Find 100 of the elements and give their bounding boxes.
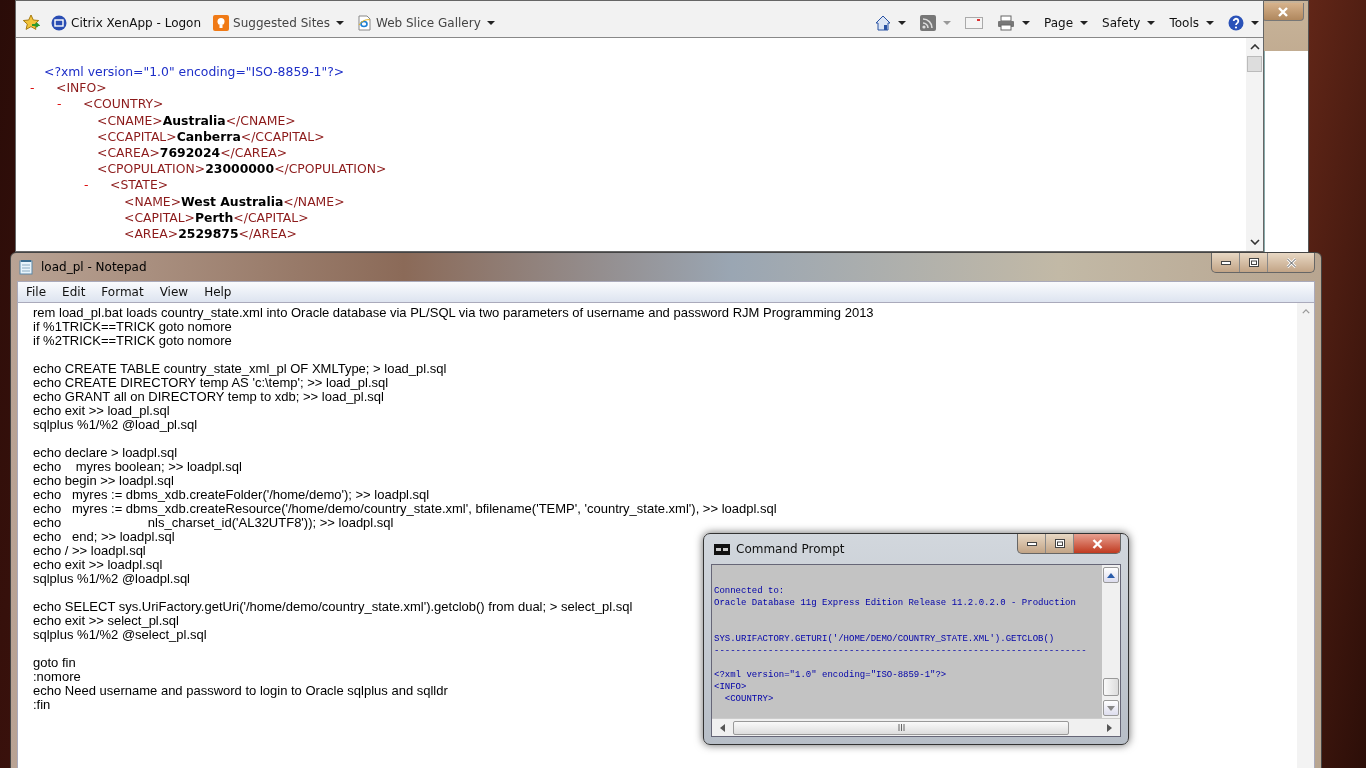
scrollbar[interactable] [712, 718, 1120, 736]
scroll-up-icon [1249, 44, 1260, 50]
code-line: echo exit >> loadpl.sql [33, 558, 163, 572]
code-line: echo end; >> loadpl.sql [33, 530, 175, 544]
xml-value: Canberra [176, 128, 241, 145]
xml-tag: </NAME> [283, 193, 345, 210]
code-line: echo begin >> loadpl.sql [33, 474, 174, 488]
close-icon [1278, 6, 1288, 17]
menu-item[interactable]: Help [196, 285, 240, 299]
lightbulb-icon [213, 14, 230, 31]
xml-value: West Australia [181, 193, 284, 210]
xml-tag: </CAPITAL> [233, 209, 309, 227]
minimize-icon [1026, 541, 1037, 546]
minimize-icon [1220, 260, 1231, 265]
console-line: Oracle Database 11g Express Edition Release 11.2.0.2.0 - Production [714, 597, 1076, 609]
toolbar-button[interactable]: Tools [1165, 15, 1218, 30]
code-line: if %1TRICK==TRICK goto nomore [33, 320, 232, 334]
xml-tag: <CAREA> [97, 145, 160, 162]
scrollbar[interactable] [1297, 303, 1314, 768]
scroll-left-icon [720, 723, 725, 732]
printer-icon [997, 14, 1015, 31]
rss-icon [920, 14, 936, 31]
scroll-up-icon [1107, 572, 1115, 578]
maximize-icon [1054, 539, 1065, 548]
xml-tag: </AREA> [238, 226, 297, 243]
menu-item[interactable]: File [18, 285, 55, 299]
mail-icon [965, 16, 983, 29]
code-line: echo Need username and password to login to Oracle sqlplus and sqlldr [33, 684, 448, 698]
menu-item[interactable]: Format [93, 285, 152, 299]
xml-tag: <NAME> [124, 193, 182, 210]
xml-tag: <CCAPITAL> [97, 128, 177, 145]
code-line: rem load_pl.bat loads country_state.xml into Oracle database via PL/SQL via two parameters of username and password RJM Programming 2013 [33, 306, 874, 320]
scrollbar-thumb[interactable] [1103, 678, 1119, 696]
xml-tag: <COUNTRY> [83, 96, 164, 113]
grip-icon [897, 724, 905, 731]
xml-tag: <CAPITAL> [124, 209, 195, 227]
favorite-link[interactable]: Suggested Sites [210, 14, 347, 31]
code-line: echo SELECT sys.UriFactory.getUri('/home/demo/country_state.xml').getclob() from dual; > select_pl.sql [33, 600, 633, 614]
code-line: echo exit >> select_pl.sql [33, 614, 179, 628]
console-line: <INFO> [714, 681, 747, 693]
collapse-toggle[interactable]: - [84, 177, 97, 194]
code-line: echo nls_charset_id('AL32UTF8')); >> loadpl.sql [33, 516, 394, 530]
console-line: SYS.URIFACTORY.GETURI('/HOME/DEMO/COUNTRY_STATE.XML').GETCLOB() [714, 633, 1055, 645]
code-line: echo GRANT all on DIRECTORY temp to xdb; >> load_pl.sql [33, 390, 384, 404]
maximize-icon [1248, 258, 1259, 267]
console-icon [714, 543, 730, 555]
toolbar-button[interactable]: Page [1040, 15, 1093, 30]
xml-tag: <CNAME> [97, 112, 163, 129]
xml-value: Perth [195, 209, 234, 227]
code-line: sqlplus %1/%2 @load_pl.sql [33, 418, 198, 432]
code-line: echo declare > loadpl.sql [33, 446, 178, 460]
xml-value: 7692024 [159, 145, 221, 162]
console-line: <COUNTRY> [723, 693, 774, 705]
xml-tag: <CPOPULATION> [97, 161, 206, 178]
collapse-toggle[interactable]: - [30, 80, 43, 97]
favorites-star-icon[interactable] [22, 13, 40, 32]
window-title: load_pl - Notepad [41, 260, 147, 274]
scroll-down-icon [1107, 705, 1115, 711]
scroll-down-icon [1249, 239, 1260, 245]
xml-tag: </CPOPULATION> [274, 161, 387, 178]
scrollbar-thumb[interactable] [1247, 56, 1262, 72]
code-line: goto fin [33, 656, 76, 670]
xml-tag: </CCAPITAL> [240, 128, 325, 145]
code-line: echo CREATE TABLE country_state_xml_pl OF XMLType; > load_pl.sql [33, 362, 447, 376]
page-icon [355, 14, 372, 31]
scrollbar[interactable] [1246, 38, 1263, 251]
console-line: --------------------------------------------------------------------- [714, 645, 1087, 657]
close-button[interactable] [1073, 534, 1120, 553]
xml-declaration: <?xml version="1.0" encoding="ISO-8859-1"?> [43, 64, 346, 81]
toolbar-button[interactable]: Safety [1098, 15, 1160, 30]
code-line: echo / >> loadpl.sql [33, 544, 146, 558]
code-line: echo exit >> load_pl.sql [33, 404, 170, 418]
menu-item[interactable]: View [151, 285, 197, 299]
close-icon [1091, 538, 1103, 549]
close-button[interactable] [1262, 3, 1304, 21]
xml-tag: </CNAME> [225, 112, 296, 129]
code-line: if %2TRICK==TRICK goto nomore [33, 334, 232, 348]
menu-item[interactable]: Edit [54, 285, 94, 299]
code-line: :nomore [33, 670, 81, 684]
xml-tag: <STATE> [110, 177, 169, 194]
collapse-toggle[interactable]: - [57, 96, 70, 113]
favorite-link[interactable]: Web Slice Gallery [352, 14, 498, 31]
xml-tag: <AREA> [124, 226, 179, 243]
scroll-right-icon [1107, 723, 1112, 732]
help-icon [1228, 14, 1244, 31]
code-line: sqlplus %1/%2 @select_pl.sql [33, 628, 207, 642]
code-line: echo myres := dbms_xdb.createResource('/home/demo/country_state.xml', bfilename('TEMP', 'country_state.xml'), >> loadpl.sql [33, 502, 777, 516]
favorite-link[interactable]: Citrix XenApp - Logon [48, 14, 205, 31]
xml-value: 2529875 [178, 226, 239, 243]
home-icon [875, 14, 891, 31]
window-title: Command Prompt [736, 542, 845, 556]
code-line: echo myres := dbms_xdb.createFolder('/home/demo'); >> loadpl.sql [33, 488, 430, 502]
notepad-icon [19, 259, 33, 275]
scroll-up-icon [1301, 309, 1310, 314]
scrollbar[interactable] [1102, 565, 1120, 718]
xml-tag: </CAREA> [220, 145, 288, 162]
console-line: Connected to: [714, 585, 785, 597]
xml-value: 23000000 [205, 161, 275, 178]
code-line: echo myres boolean; >> loadpl.sql [33, 460, 242, 474]
console-line: <?xml version="1.0" encoding="ISO-8859-1"?> [714, 669, 947, 681]
